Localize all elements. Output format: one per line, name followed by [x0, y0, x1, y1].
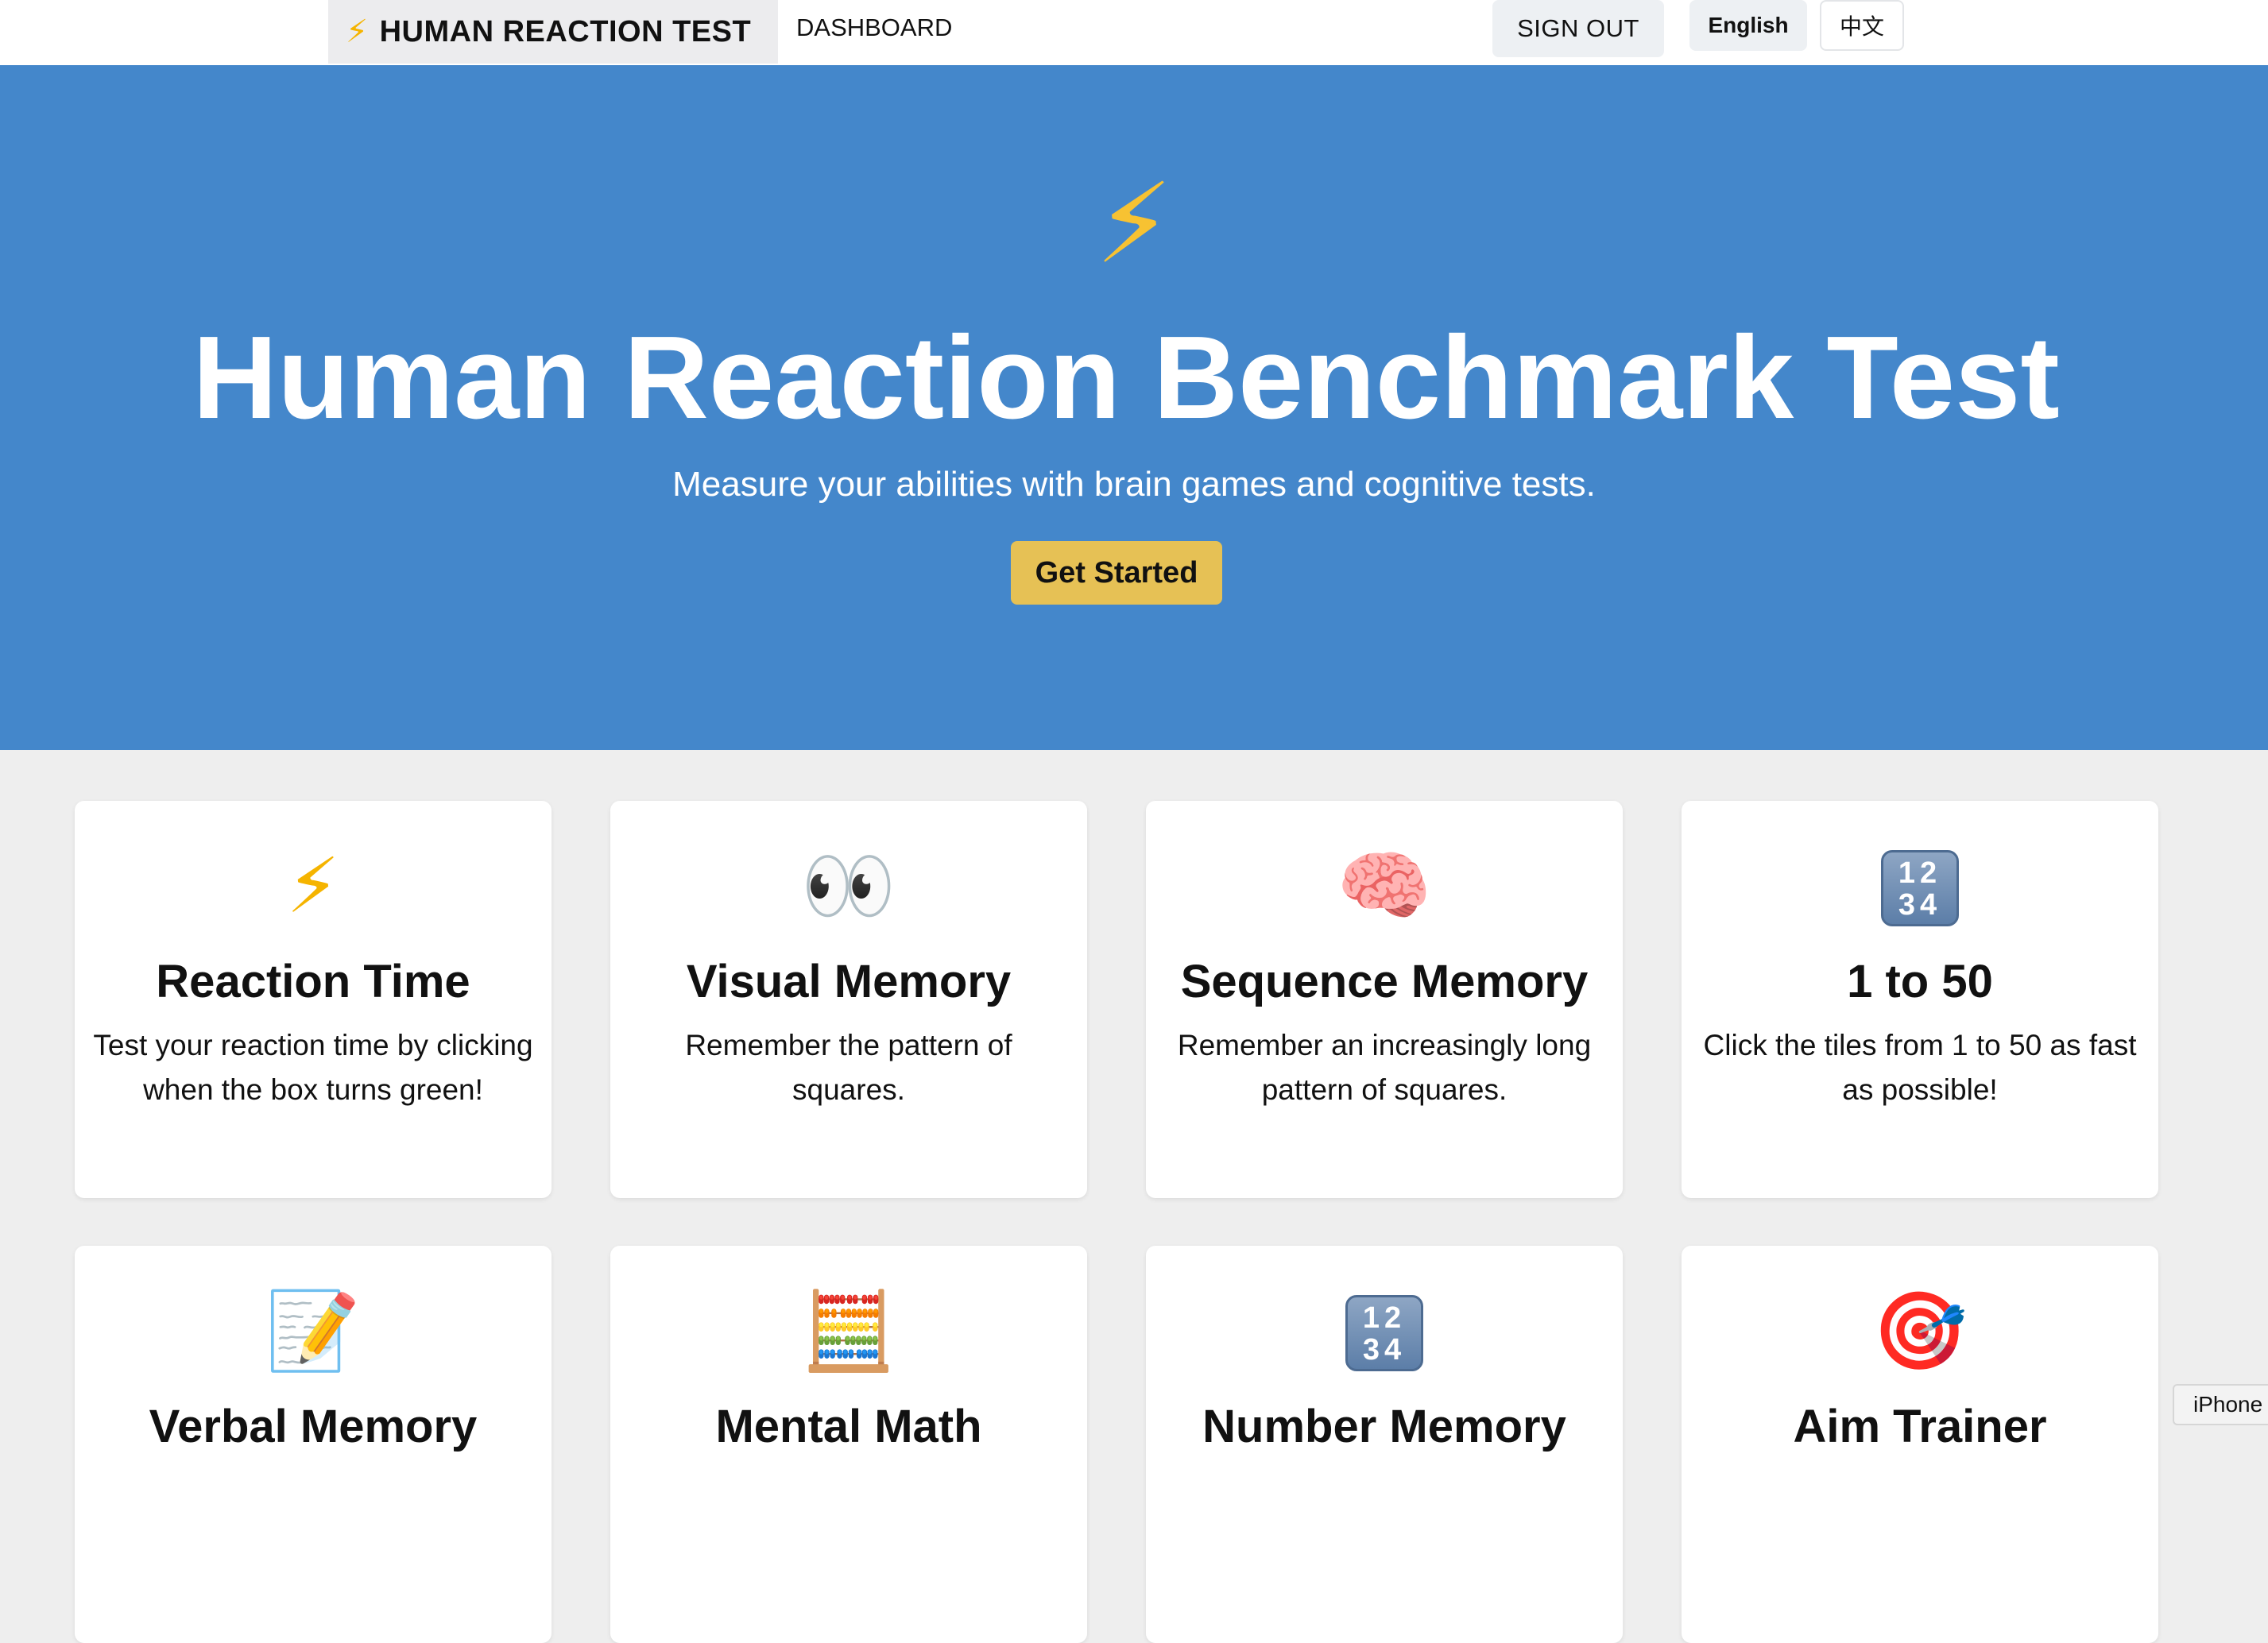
lightning-icon: ⚡ — [286, 844, 340, 929]
card-description: Test your reaction time by clicking when… — [93, 1029, 533, 1106]
memo-icon: 📝 — [265, 1289, 361, 1374]
card-title: Number Memory — [1202, 1401, 1566, 1452]
lang-english-button[interactable]: English — [1689, 0, 1807, 51]
target-icon: 🎯 — [1872, 1289, 1968, 1374]
card-sequence-memory[interactable]: 🧠 Sequence Memory Remember an increasing… — [1146, 801, 1623, 1198]
card-reaction-time[interactable]: ⚡ Reaction Time Test your reaction time … — [75, 801, 552, 1198]
card-description: Remember an increasingly long pattern of… — [1177, 1029, 1592, 1106]
top-navbar: ⚡ HUMAN REACTION TEST DASHBOARD SIGN OUT… — [0, 0, 2268, 65]
hero-section: ⚡ Human Reaction Benchmark Test Measure … — [0, 65, 2268, 750]
card-verbal-memory[interactable]: 📝 Verbal Memory — [75, 1246, 552, 1643]
eyes-icon: 👀 — [801, 844, 896, 929]
card-title: Aim Trainer — [1793, 1401, 2047, 1452]
card-aim-trainer[interactable]: 🎯 Aim Trainer — [1682, 1246, 2158, 1643]
brand-link[interactable]: ⚡ HUMAN REACTION TEST — [328, 0, 778, 64]
brain-icon: 🧠 — [1337, 844, 1432, 929]
device-tooltip: iPhone — [2173, 1384, 2268, 1425]
lightning-icon: ⚡ — [346, 14, 369, 49]
brand-label: HUMAN REACTION TEST — [379, 14, 752, 48]
card-title: Mental Math — [715, 1401, 982, 1452]
card-title: 1 to 50 — [1847, 956, 1993, 1007]
numbers-icon: 12 34 — [1682, 850, 2158, 927]
card-number-memory[interactable]: 12 34 Number Memory — [1146, 1246, 1623, 1643]
hero-subtitle: Measure your abilities with brain games … — [672, 465, 1596, 504]
card-mental-math[interactable]: 🧮 Mental Math — [610, 1246, 1087, 1643]
get-started-button[interactable]: Get Started — [1011, 541, 1222, 605]
card-title: Visual Memory — [686, 956, 1012, 1007]
card-visual-memory[interactable]: 👀 Visual Memory Remember the pattern of … — [610, 801, 1087, 1198]
numbers-icon: 12 34 — [1146, 1295, 1623, 1372]
nav-dashboard[interactable]: DASHBOARD — [796, 0, 952, 56]
lightning-icon: ⚡ — [1094, 161, 1174, 286]
card-description: Remember the pattern of squares. — [685, 1029, 1012, 1106]
sign-out-button[interactable]: SIGN OUT — [1492, 0, 1664, 57]
card-title: Reaction Time — [156, 956, 470, 1007]
card-title: Sequence Memory — [1180, 956, 1589, 1007]
lang-chinese-button[interactable]: 中文 — [1820, 0, 1904, 51]
card-description: Click the tiles from 1 to 50 as fast as … — [1703, 1029, 2137, 1106]
card-title: Verbal Memory — [149, 1401, 478, 1452]
card-1-to-50[interactable]: 12 34 1 to 50 Click the tiles from 1 to 5… — [1682, 801, 2158, 1198]
page-title: Human Reaction Benchmark Test — [192, 312, 2060, 443]
abacus-icon: 🧮 — [801, 1289, 896, 1374]
